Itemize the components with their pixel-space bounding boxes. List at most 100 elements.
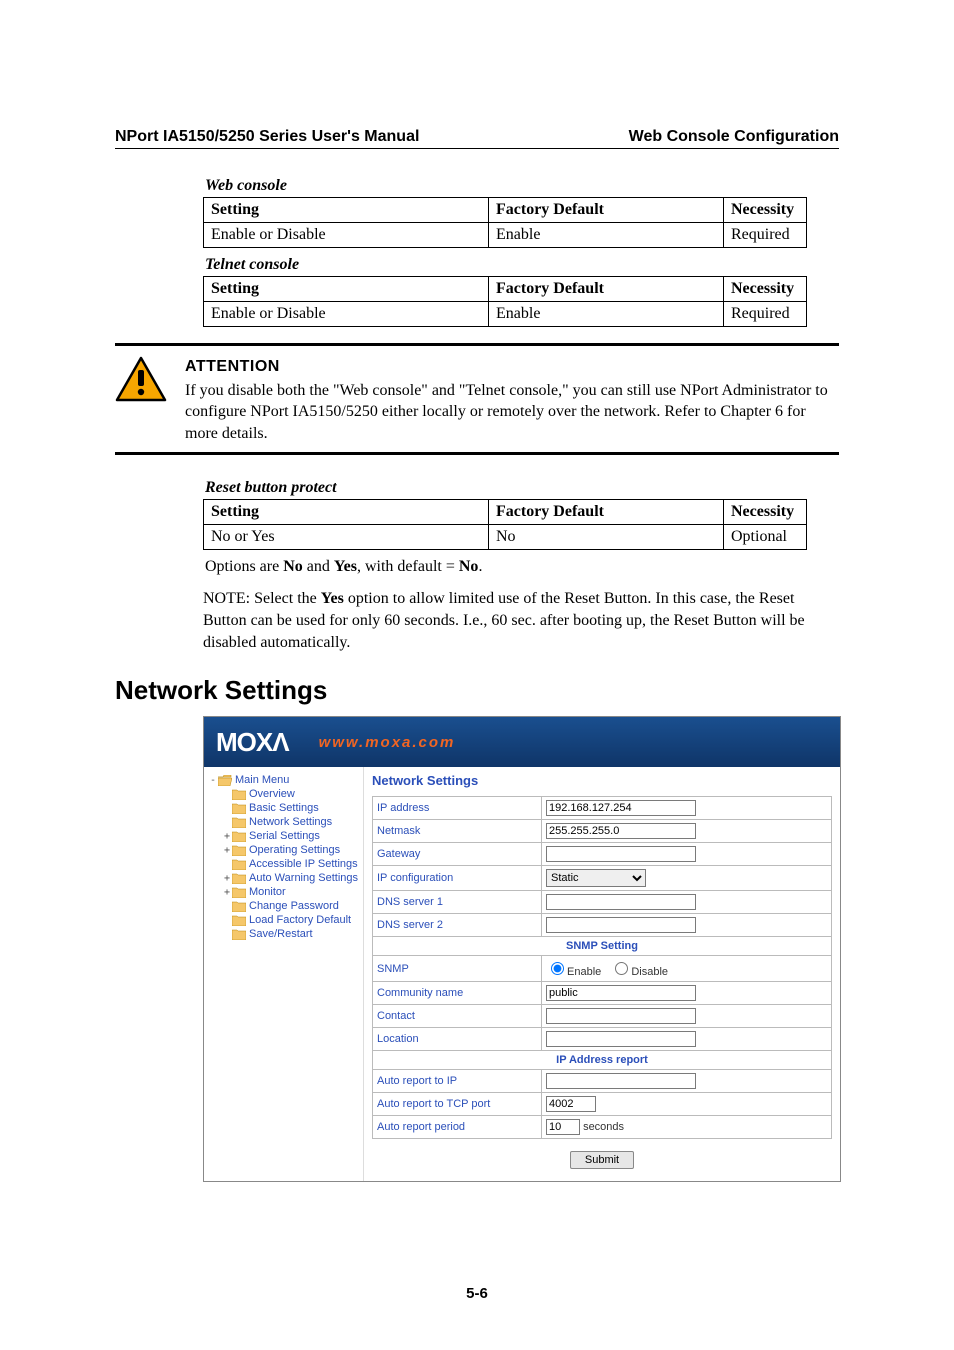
page-number: 5-6: [0, 1285, 954, 1302]
ip-label: IP address: [373, 797, 542, 820]
tree-main-menu[interactable]: - Main Menu: [208, 773, 359, 787]
tree-change-password[interactable]: Change Password: [222, 899, 359, 913]
snmp-disable-radio[interactable]: [615, 962, 628, 975]
header-right: Web Console Configuration: [629, 128, 839, 146]
note-paragraph: NOTE: Select the Yes option to allow lim…: [203, 588, 839, 653]
form-area: Network Settings IP address Netmask Gate…: [364, 767, 840, 1181]
dns2-input[interactable]: [546, 917, 696, 933]
attention-title: ATTENTION: [185, 356, 839, 378]
ipconf-select[interactable]: Static: [546, 869, 646, 887]
rb-h1: Setting: [204, 500, 489, 525]
folder-icon: [232, 915, 246, 926]
folder-icon: [232, 803, 246, 814]
autoperiod-label: Auto report period: [373, 1116, 542, 1139]
autoip-input[interactable]: [546, 1073, 696, 1089]
community-label: Community name: [373, 982, 542, 1005]
autoperiod-unit: seconds: [583, 1121, 624, 1133]
tc-c1: Enable or Disable: [204, 302, 489, 327]
tree-save-restart[interactable]: Save/Restart: [222, 927, 359, 941]
gateway-label: Gateway: [373, 843, 542, 866]
tc-c3: Required: [724, 302, 807, 327]
tree-accessible-ip[interactable]: Accessible IP Settings: [222, 857, 359, 871]
folder-open-icon: [218, 775, 232, 786]
gateway-input[interactable]: [546, 846, 696, 862]
snmp-disable-label[interactable]: Disable: [610, 966, 668, 978]
rb-h2: Factory Default: [489, 500, 724, 525]
tc-h1: Setting: [204, 277, 489, 302]
web-console-table: Setting Factory Default Necessity Enable…: [203, 197, 807, 248]
tree-serial-settings[interactable]: +Serial Settings: [222, 829, 359, 843]
wc-c1: Enable or Disable: [204, 223, 489, 248]
telnet-console-block: Telnet console Setting Factory Default N…: [203, 256, 839, 327]
rb-h3: Necessity: [724, 500, 807, 525]
header-left: NPort IA5150/5250 Series User's Manual: [115, 128, 419, 146]
folder-icon: [232, 831, 246, 842]
banner: MOXΛ www.moxa.com: [204, 717, 840, 767]
tree-overview[interactable]: Overview: [222, 787, 359, 801]
wc-h1: Setting: [204, 198, 489, 223]
folder-icon: [232, 929, 246, 940]
netmask-label: Netmask: [373, 820, 542, 843]
moxa-url: www.moxa.com: [319, 734, 456, 751]
folder-icon: [232, 901, 246, 912]
reset-button-table: Setting Factory Default Necessity No or …: [203, 499, 807, 550]
location-label: Location: [373, 1028, 542, 1051]
telnet-console-title: Telnet console: [205, 256, 839, 274]
snmp-section: SNMP Setting: [373, 937, 832, 956]
telnet-console-table: Setting Factory Default Necessity Enable…: [203, 276, 807, 327]
contact-input[interactable]: [546, 1008, 696, 1024]
tree-auto-warning[interactable]: +Auto Warning Settings: [222, 871, 359, 885]
location-input[interactable]: [546, 1031, 696, 1047]
ipreport-section: IP Address report: [373, 1051, 832, 1070]
web-console-title: Web console: [205, 177, 839, 195]
tree-basic-settings[interactable]: Basic Settings: [222, 801, 359, 815]
attention-body: If you disable both the "Web console" an…: [185, 380, 839, 445]
rb-c1: No or Yes: [204, 525, 489, 550]
moxa-logo: MOXΛ: [216, 727, 289, 758]
reset-button-title: Reset button protect: [205, 479, 839, 497]
dns2-label: DNS server 2: [373, 914, 542, 937]
rb-c2: No: [489, 525, 724, 550]
nav-tree: - Main Menu Overview Basic Settings Netw…: [204, 767, 364, 1181]
wc-h3: Necessity: [724, 198, 807, 223]
tree-load-factory[interactable]: Load Factory Default: [222, 913, 359, 927]
form-title: Network Settings: [372, 773, 832, 788]
tc-c2: Enable: [489, 302, 724, 327]
wc-h2: Factory Default: [489, 198, 724, 223]
folder-icon: [232, 859, 246, 870]
wc-c3: Required: [724, 223, 807, 248]
folder-icon: [232, 873, 246, 884]
attention-box: ATTENTION If you disable both the "Web c…: [115, 343, 839, 455]
snmp-label: SNMP: [373, 956, 542, 982]
network-settings-heading: Network Settings: [115, 675, 839, 706]
submit-button[interactable]: Submit: [570, 1151, 634, 1169]
community-input[interactable]: [546, 985, 696, 1001]
wc-c2: Enable: [489, 223, 724, 248]
tree-network-settings[interactable]: Network Settings: [222, 815, 359, 829]
autoperiod-input[interactable]: [546, 1119, 580, 1135]
network-settings-form: IP address Netmask Gateway IP configurat…: [372, 796, 832, 1139]
tree-monitor[interactable]: +Monitor: [222, 885, 359, 899]
autoip-label: Auto report to IP: [373, 1070, 542, 1093]
options-note: Options are No and Yes, with default = N…: [205, 558, 839, 576]
snmp-enable-radio[interactable]: [551, 962, 564, 975]
contact-label: Contact: [373, 1005, 542, 1028]
ipconf-label: IP configuration: [373, 866, 542, 891]
web-console-block: Web console Setting Factory Default Nece…: [203, 177, 839, 248]
folder-icon: [232, 887, 246, 898]
autotcp-input[interactable]: [546, 1096, 596, 1112]
tc-h3: Necessity: [724, 277, 807, 302]
dns1-input[interactable]: [546, 894, 696, 910]
webconsole-screenshot: MOXΛ www.moxa.com - Main Menu Overview B…: [203, 716, 841, 1182]
netmask-input[interactable]: [546, 823, 696, 839]
attention-icon: [115, 356, 167, 402]
tree-operating-settings[interactable]: +Operating Settings: [222, 843, 359, 857]
autotcp-label: Auto report to TCP port: [373, 1093, 542, 1116]
tc-h2: Factory Default: [489, 277, 724, 302]
reset-button-block: Reset button protect Setting Factory Def…: [203, 479, 839, 550]
snmp-enable-label[interactable]: Enable: [546, 966, 601, 978]
rb-c3: Optional: [724, 525, 807, 550]
folder-icon: [232, 845, 246, 856]
dns1-label: DNS server 1: [373, 891, 542, 914]
ip-input[interactable]: [546, 800, 696, 816]
